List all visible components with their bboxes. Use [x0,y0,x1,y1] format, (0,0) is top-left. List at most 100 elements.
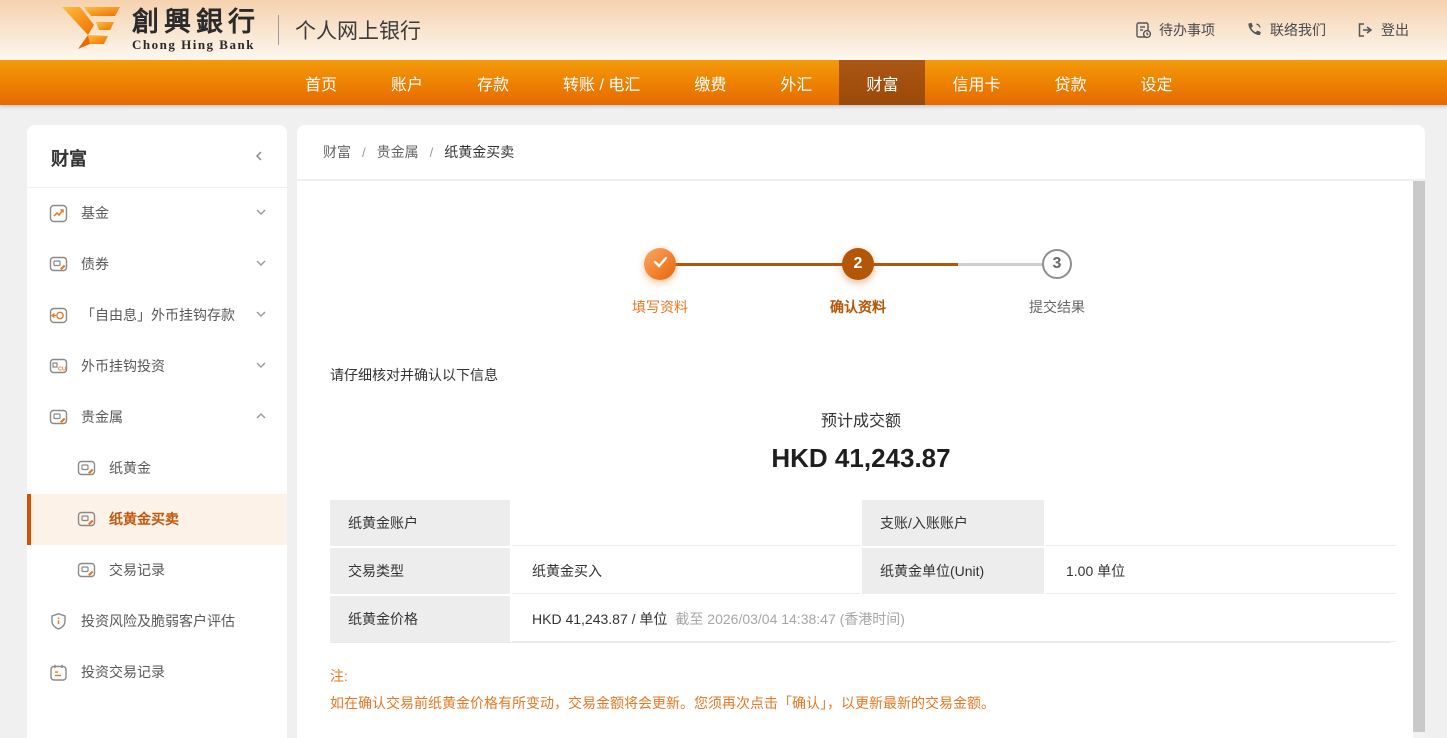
nav-item-payments[interactable]: 缴费 [667,60,753,105]
breadcrumb-separator: / [362,145,366,160]
confirmation-table: 纸黄金账户 支账/入账账户 交易类型 纸黄金买入 纸黄金单位(Unit) 1.0… [330,500,1390,643]
sidebar-item-label: 纸黄金买卖 [109,509,179,530]
confirm-instruction: 请仔细核对并确认以下信息 [330,365,1425,385]
step-3-circle: 3 [1042,249,1072,279]
nav-item-creditcard[interactable]: 信用卡 [925,60,1027,105]
header-links: 待办事项 联络我们 登 [1134,0,1409,60]
fx-invest-icon: CU [49,357,68,376]
breadcrumb: 财富 / 贵金属 / 纸黄金买卖 [297,125,1425,180]
breadcrumb-separator: / [430,145,434,160]
table-label-transaction-type: 交易类型 [330,548,510,594]
step-1-circle [644,248,676,280]
sidebar-item-funds[interactable]: 基金 [27,188,287,239]
phone-icon [1245,21,1263,39]
top-header: 創興銀行 Chong Hing Bank 个人网上银行 待办事项 [0,0,1447,60]
sidebar-item-label: 「自由息」外币挂钩存款 [81,305,235,326]
nav-item-wealth[interactable]: 财富 [839,60,925,105]
page: 創興銀行 Chong Hing Bank 个人网上银行 待办事项 [0,0,1447,738]
gold-price-value: HKD 41,243.87 / 单位 [532,609,667,629]
nav-item-settings[interactable]: 设定 [1113,60,1199,105]
nav-item-loans[interactable]: 贷款 [1027,60,1113,105]
collapse-sidebar-icon[interactable] [253,149,265,167]
main-nav: 首页 账户 存款 转账 / 电汇 缴费 外汇 财富 信用卡 贷款 设定 [0,60,1447,105]
fund-icon [49,204,68,223]
estimated-amount-block: 预计成交额 HKD 41,243.87 [297,407,1425,474]
table-value-gold-account [512,500,860,546]
logout-label: 登出 [1381,20,1409,40]
table-value-gold-units: 1.00 单位 [1046,548,1396,594]
sidebar-item-label: 纸黄金 [109,458,151,479]
sidebar-item-bonds[interactable]: 债券 [27,239,287,290]
step-2-label: 确认资料 [788,297,928,317]
sidebar-item-label: 贵金属 [81,407,123,428]
table-label-gold-account: 纸黄金账户 [330,500,510,546]
breadcrumb-precious-metals[interactable]: 贵金属 [377,142,419,162]
step-2-number: 2 [854,255,863,273]
bank-name-en: Chong Hing Bank [132,38,260,51]
content-area: 2 3 填写资料 确认资料 提交结果 请仔细核对并确认以下信息 预计成交额 HK… [297,181,1425,738]
breadcrumb-current: 纸黄金买卖 [444,142,514,162]
todo-label: 待办事项 [1159,20,1215,40]
note: 注: 如在确认交易前纸黄金价格有所变动，交易金额将会更新。您须再次点击「确认」，… [330,663,1425,716]
step-3-number: 3 [1053,255,1062,273]
nav-item-transfer[interactable]: 转账 / 电汇 [536,60,667,105]
sidebar-item-precious-metals[interactable]: 贵金属 [27,392,287,443]
sidebar-item-paper-gold-trading[interactable]: 纸黄金买卖 [27,494,287,545]
chevron-down-icon [255,356,267,377]
nav-item-fx[interactable]: 外汇 [753,60,839,105]
scrollbar-thumb[interactable] [1413,181,1425,732]
estimated-amount-value: HKD 41,243.87 [297,443,1425,474]
table-value-transaction-type: 纸黄金买入 [512,548,860,594]
sidebar-item-paper-gold[interactable]: 纸黄金 [27,443,287,494]
sidebar-item-label: 投资交易记录 [81,662,165,683]
todo-link[interactable]: 待办事项 [1134,20,1215,40]
step-1-label: 填写资料 [590,297,730,317]
doc-pencil-icon [49,408,68,427]
table-label-gold-units: 纸黄金单位(Unit) [862,548,1044,594]
sidebar-item-label: 投资风险及脆弱客户评估 [81,611,235,632]
bank-logo-icon [60,5,122,56]
sidebar-item-linked-deposit[interactable]: 「自由息」外币挂钩存款 [27,290,287,341]
bank-name: 創興銀行 Chong Hing Bank [132,9,260,51]
nav-item-accounts[interactable]: 账户 [364,60,450,105]
check-icon [653,255,668,273]
sidebar-item-transaction-records[interactable]: 交易记录 [27,545,287,596]
todo-icon [1134,21,1152,39]
doc-pencil-icon [49,255,68,274]
contact-label: 联络我们 [1270,20,1326,40]
doc-pencil-icon [77,510,96,529]
table-value-gold-price: HKD 41,243.87 / 单位 截至 2026/03/04 14:38:4… [512,596,1396,642]
sidebar-item-label: 外币挂钩投资 [81,356,165,377]
contact-link[interactable]: 联络我们 [1245,20,1326,40]
chevron-down-icon [255,305,267,326]
logout-icon [1356,21,1374,39]
main-panel: 财富 / 贵金属 / 纸黄金买卖 2 3 [297,125,1425,738]
portal-title: 个人网上银行 [295,15,421,45]
bank-logo[interactable]: 創興銀行 Chong Hing Bank 个人网上银行 [60,5,421,56]
sidebar-item-label: 债券 [81,254,109,275]
nav-item-deposits[interactable]: 存款 [450,60,536,105]
logo-divider [278,15,279,45]
sidebar: 财富 基金 债券 「自由息」外币挂钩存款 [27,125,287,738]
note-title: 注: [330,663,1425,690]
gold-price-timestamp: 截至 2026/03/04 14:38:47 (香港时间) [675,609,905,629]
table-label-gold-price: 纸黄金价格 [330,596,510,642]
chevron-up-icon [255,407,267,428]
shield-info-icon [49,612,68,631]
table-label-debit-account: 支账/入账账户 [862,500,1044,546]
nav-item-home[interactable]: 首页 [278,60,364,105]
step-3-label: 提交结果 [987,297,1127,317]
sidebar-item-fx-linked-investment[interactable]: CU 外币挂钩投资 [27,341,287,392]
bank-name-zh: 創興銀行 [132,9,260,36]
sidebar-item-risk-assessment[interactable]: 投资风险及脆弱客户评估 [27,596,287,647]
chevron-down-icon [255,254,267,275]
step-indicator: 2 3 填写资料 确认资料 提交结果 [297,207,1425,325]
step-2-circle: 2 [842,248,874,280]
step-connector-1-2 [660,263,858,266]
breadcrumb-wealth[interactable]: 财富 [323,142,351,162]
logout-link[interactable]: 登出 [1356,20,1409,40]
doc-pencil-icon [77,459,96,478]
content-scrollbar[interactable] [1413,181,1425,738]
sidebar-item-label: 基金 [81,203,109,224]
sidebar-item-investment-records[interactable]: 投资交易记录 [27,647,287,698]
